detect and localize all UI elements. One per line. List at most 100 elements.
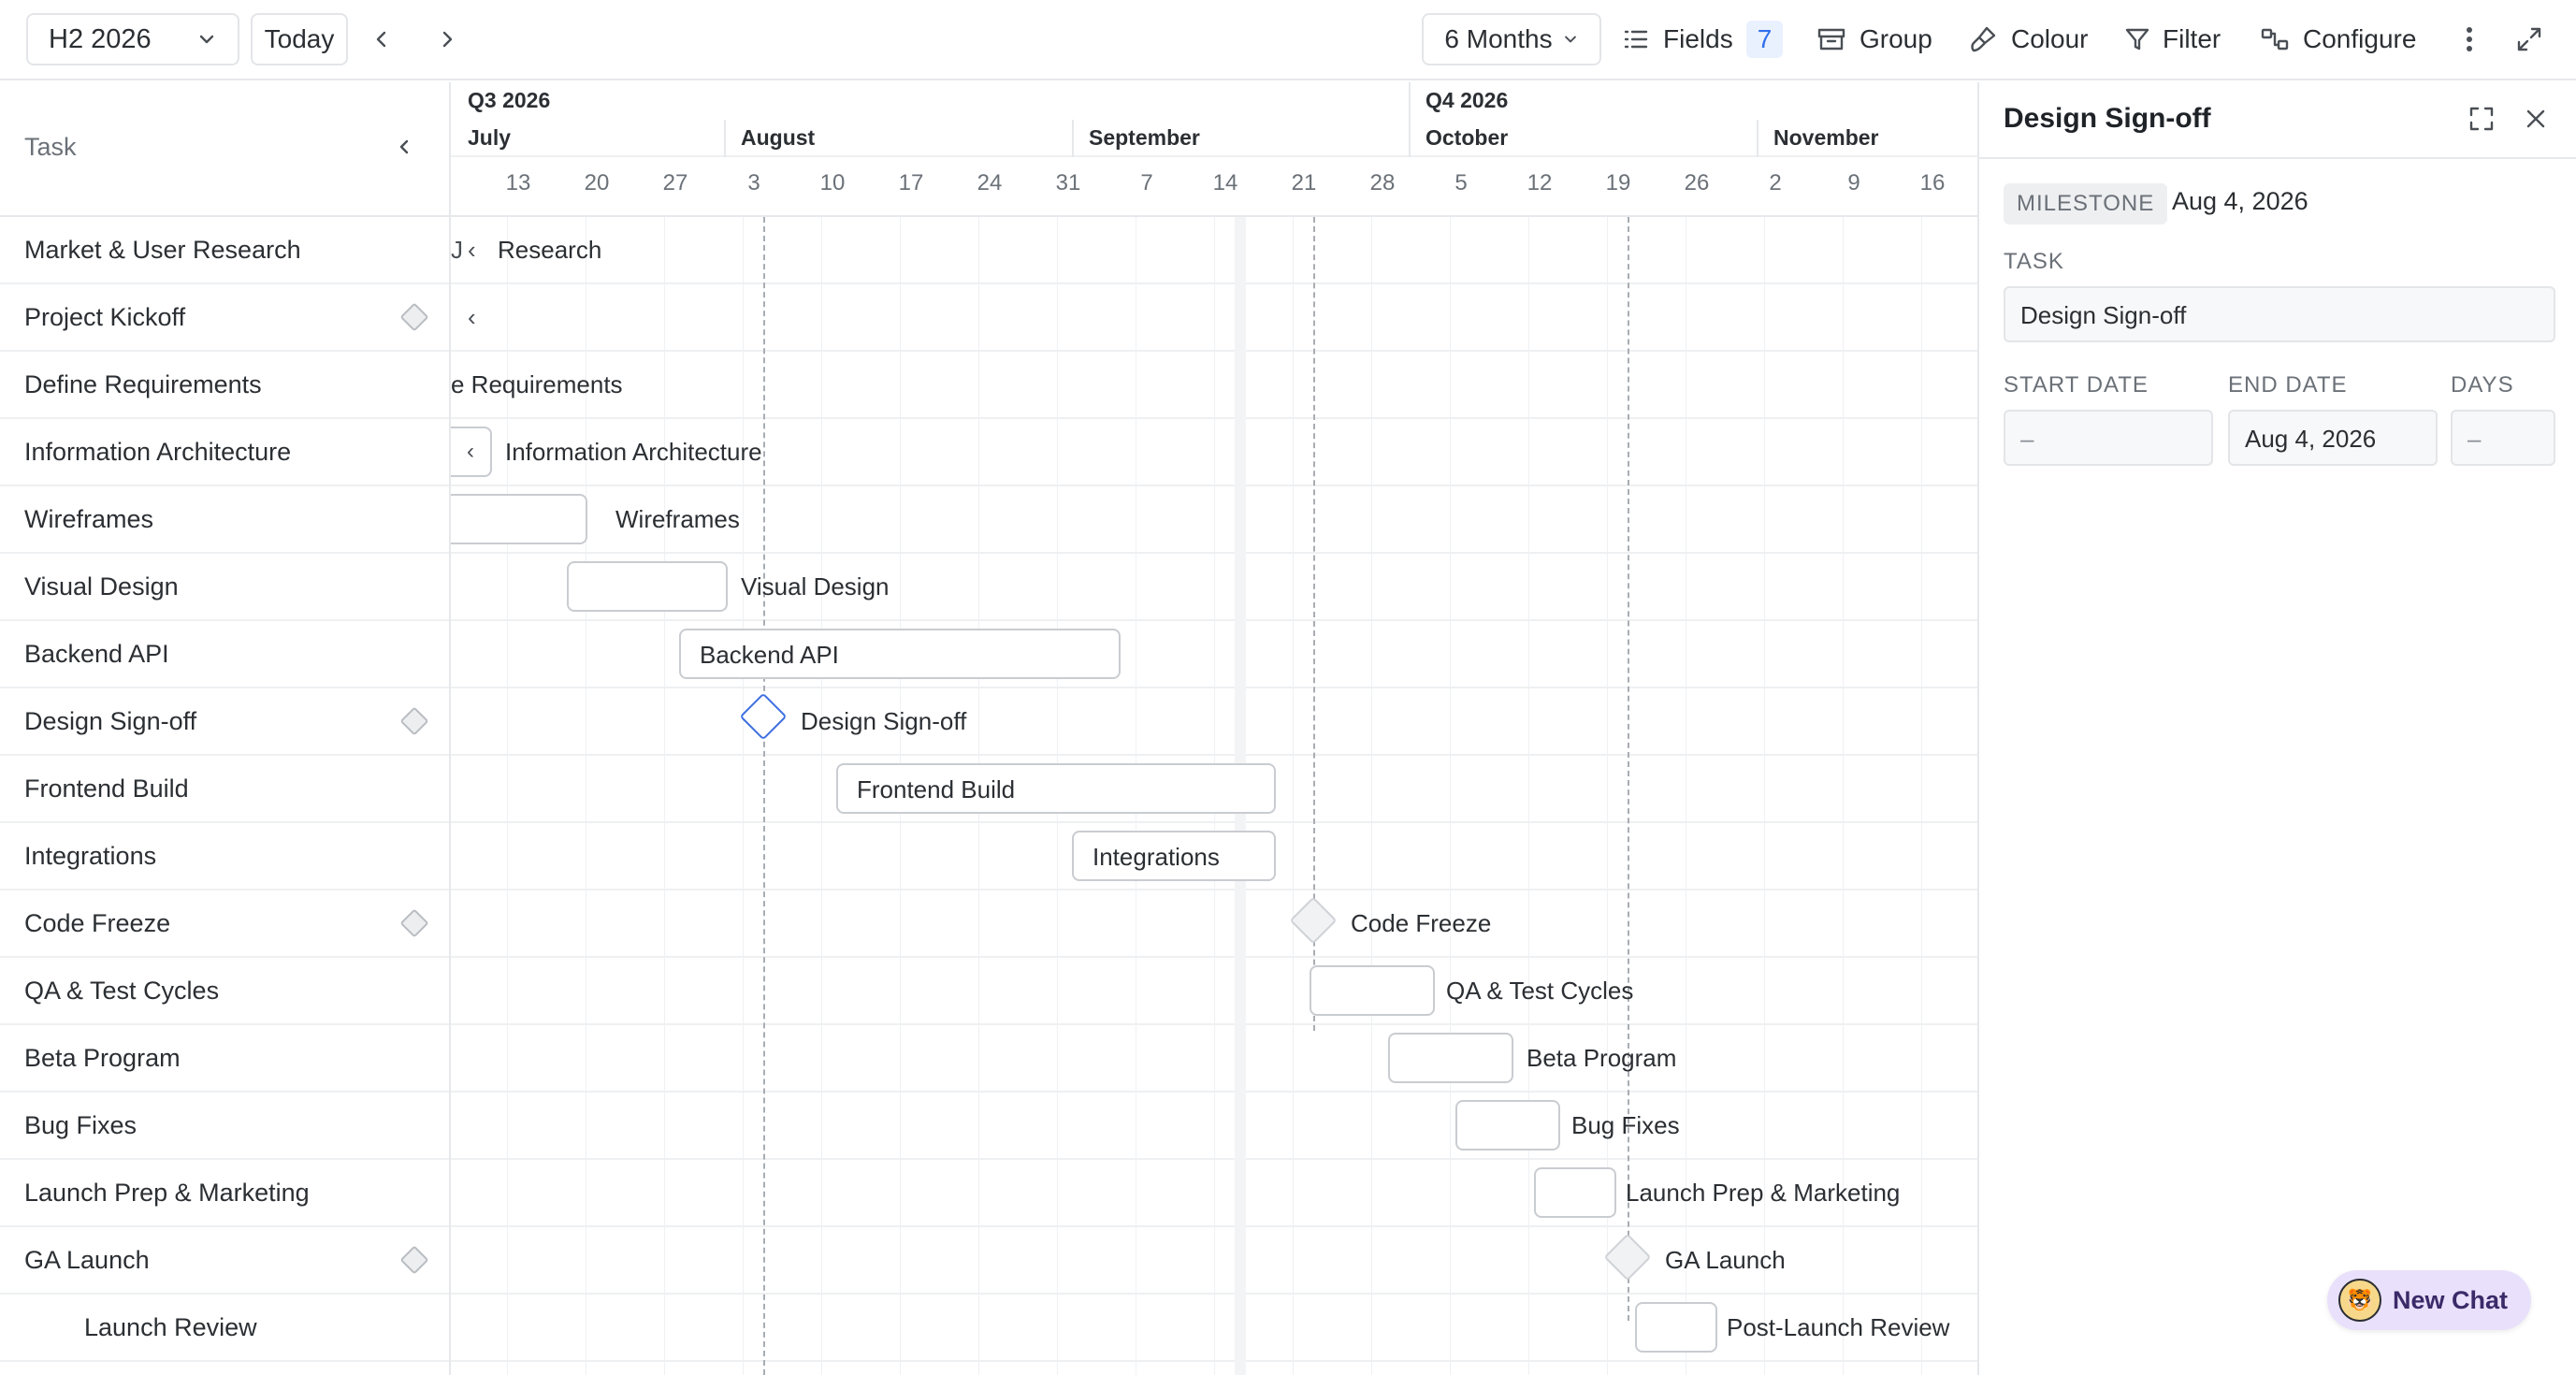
fields-count-badge: 7 [1745, 21, 1784, 58]
fields-label: Fields [1663, 24, 1733, 53]
task-row[interactable]: Frontend Build [0, 756, 449, 823]
task-row-label: Define Requirements [24, 370, 262, 398]
task-row[interactable]: Define Requirements [0, 352, 449, 419]
task-row[interactable]: GA Launch [0, 1227, 449, 1295]
header-divider [451, 155, 1977, 157]
row-gridline [451, 552, 1977, 554]
week-gridline [1450, 217, 1451, 1375]
task-row[interactable]: Project Kickoff [0, 284, 449, 352]
archive-box-icon [1817, 28, 1845, 51]
start-date-field[interactable]: – [2004, 410, 2213, 466]
task-row[interactable]: Bug Fixes [0, 1093, 449, 1160]
previous-period-button[interactable] [367, 21, 397, 58]
milestone-diamond-icon [399, 1245, 429, 1275]
week-label: 19 [1605, 170, 1631, 195]
week-label: 31 [1055, 170, 1081, 195]
bar-label-info-arch: Information Architecture [505, 438, 762, 466]
group-button[interactable]: Group [1816, 13, 1932, 65]
bar-label-design-signoff: Design Sign-off [801, 707, 967, 735]
more-vertical-icon [2467, 27, 2472, 51]
task-bar-integrations[interactable]: Integrations [1072, 831, 1276, 881]
task-row[interactable]: Market & User Research [0, 217, 449, 284]
today-button[interactable]: Today [251, 13, 348, 65]
task-row-label: Visual Design [24, 572, 179, 601]
week-gridline [1293, 217, 1294, 1375]
task-row-label: Information Architecture [24, 438, 292, 466]
configure-button[interactable]: Configure [2260, 13, 2416, 65]
task-row-label: Design Sign-off [24, 707, 197, 735]
task-bar-beta[interactable] [1388, 1033, 1513, 1083]
detail-panel: Design Sign-off MILESTONE Aug 4, 2026 TA… [1977, 82, 2576, 1375]
task-bar-backend-api[interactable]: Backend API [679, 629, 1121, 679]
task-row[interactable]: Launch Prep & Marketing [0, 1160, 449, 1227]
new-chat-label: New Chat [2393, 1285, 2509, 1314]
new-chat-button[interactable]: 🐯 New Chat [2327, 1270, 2531, 1330]
next-period-button[interactable] [432, 21, 462, 58]
end-date-field[interactable]: Aug 4, 2026 [2228, 410, 2438, 466]
bar-label-requirements: e Requirements [451, 370, 623, 398]
week-gridline [1528, 217, 1529, 1375]
week-label: 14 [1212, 170, 1238, 195]
milestone-diamond-icon [399, 908, 429, 938]
fields-button[interactable]: Fields 7 [1622, 13, 1784, 65]
task-row[interactable]: Visual Design [0, 554, 449, 621]
chevron-left-icon: ‹ [467, 439, 474, 464]
period-select[interactable]: H2 2026 [26, 13, 239, 65]
bar-label-visual-design: Visual Design [741, 572, 890, 601]
close-icon[interactable] [2522, 105, 2550, 133]
milestone-design-signoff[interactable] [739, 692, 788, 741]
task-row-label: Market & User Research [24, 236, 301, 264]
task-row-label: Project Kickoff [24, 303, 186, 331]
today-label: Today [264, 24, 335, 53]
filter-button[interactable]: Filter [2123, 13, 2221, 65]
task-field-label: TASK [2004, 249, 2064, 274]
days-field[interactable]: – [2451, 410, 2555, 466]
task-row[interactable]: Wireframes [0, 486, 449, 554]
fullscreen-button[interactable] [2511, 13, 2548, 65]
collapse-chevron-icon[interactable] [395, 137, 415, 157]
milestone-code-freeze[interactable] [1289, 896, 1338, 945]
task-list: Task Market & User Research Project Kicko… [0, 82, 451, 1375]
week-label: 17 [898, 170, 924, 195]
zoom-select[interactable]: 6 Months [1422, 13, 1601, 65]
more-options-button[interactable] [2453, 13, 2486, 65]
chevron-left-icon [376, 31, 386, 48]
task-row-label: Launch Prep & Marketing [24, 1179, 310, 1207]
maximize-icon[interactable] [2467, 105, 2496, 133]
chevron-left-icon[interactable]: ‹ [468, 303, 476, 332]
dependency-icon [2261, 28, 2289, 51]
week-label: 5 [1454, 170, 1468, 195]
task-bar-wireframes[interactable] [451, 494, 587, 544]
week-label: 26 [1684, 170, 1710, 195]
row-gridline [451, 1158, 1977, 1160]
task-bar-post-launch[interactable] [1635, 1302, 1717, 1353]
task-bar-frontend-build[interactable]: Frontend Build [836, 763, 1276, 814]
bar-label-frontend-build: Frontend Build [857, 775, 1016, 803]
zoom-label: 6 Months [1444, 24, 1553, 53]
task-name-field[interactable]: Design Sign-off [2004, 286, 2555, 342]
task-column-header: Task [0, 82, 449, 217]
task-row[interactable]: Information Architecture [0, 419, 449, 486]
task-bar-qa[interactable] [1310, 965, 1435, 1016]
milestone-ga-launch[interactable] [1603, 1233, 1652, 1281]
bar-label-bug-fixes: Bug Fixes [1571, 1111, 1680, 1139]
task-bar-visual-design[interactable] [567, 561, 728, 612]
task-row[interactable]: Integrations [0, 823, 449, 890]
row-gridline [451, 821, 1977, 823]
task-row[interactable]: Code Freeze [0, 890, 449, 958]
panel-header: Design Sign-off [1979, 82, 2576, 159]
toolbar: H2 2026 Today 6 Months Fields 7 Group Co… [0, 0, 2576, 80]
task-row[interactable]: Launch Review [0, 1295, 449, 1362]
task-bar-launch-prep[interactable] [1534, 1167, 1616, 1218]
chevron-left-icon[interactable]: ‹ [468, 236, 476, 265]
task-bar-bug-fixes[interactable] [1455, 1100, 1560, 1151]
week-label: 20 [584, 170, 610, 195]
task-row[interactable]: QA & Test Cycles [0, 958, 449, 1025]
task-row[interactable]: Design Sign-off [0, 688, 449, 756]
paintbrush-icon [1971, 26, 1996, 52]
colour-button[interactable]: Colour [1968, 13, 2088, 65]
scroll-to-bar-button[interactable]: ‹ [451, 427, 492, 477]
task-row[interactable]: Backend API [0, 621, 449, 688]
task-row[interactable]: Beta Program [0, 1025, 449, 1093]
bar-label-research: Research [498, 236, 602, 264]
